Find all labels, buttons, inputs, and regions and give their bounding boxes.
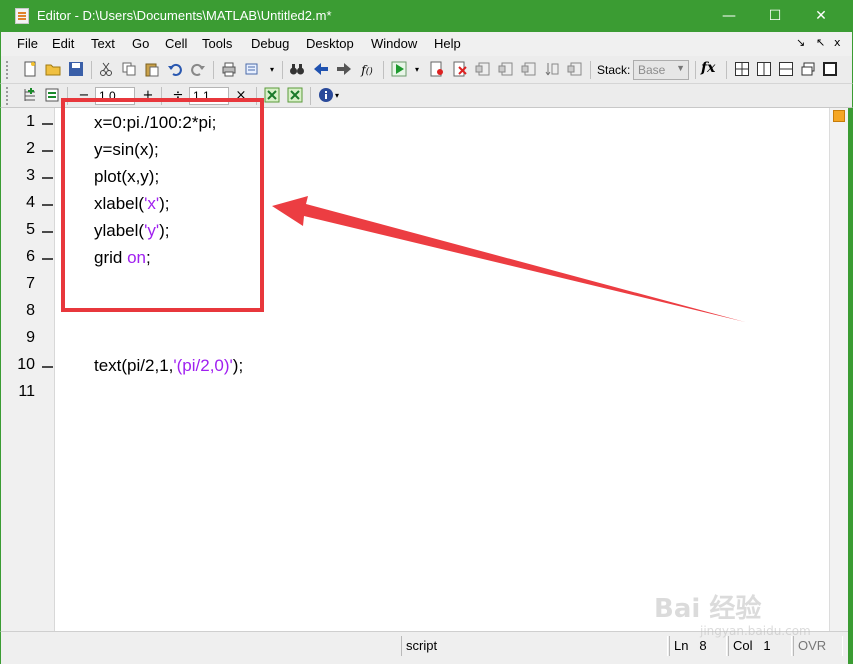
set-breakpoint-icon[interactable] [428, 61, 446, 79]
info-dropdown-icon[interactable]: ▾ [328, 87, 346, 105]
menu-debug[interactable]: Debug [251, 36, 289, 51]
title-bar: Editor - D:\Users\Documents\MATLAB\Untit… [0, 0, 853, 32]
save-icon[interactable] [67, 61, 85, 79]
code-line[interactable]: text(pi/2,1,'(pi/2,0)'); [94, 356, 243, 376]
clear-breakpoints-icon[interactable] [451, 61, 469, 79]
run-dropdown-icon[interactable]: ▾ [408, 61, 426, 79]
line-number: 7 [26, 275, 35, 292]
breakpoint-dash[interactable] [42, 177, 53, 179]
cell-mode-icon[interactable] [44, 87, 62, 105]
evaluate-cell-icon[interactable] [263, 87, 281, 105]
line-number: 9 [26, 329, 35, 346]
window-border [848, 108, 853, 664]
analyzer-status-indicator[interactable] [833, 110, 845, 122]
status-overwrite: OVR [793, 636, 843, 656]
tile-layout-icon[interactable] [735, 62, 749, 76]
breakpoint-dash[interactable] [42, 123, 53, 125]
line-number-gutter: 1 2 3 4 5 6 7 8 9 10 11 [0, 108, 55, 631]
menu-file[interactable]: File [17, 36, 38, 51]
copy-icon[interactable] [120, 61, 138, 79]
step-icon[interactable] [474, 61, 492, 79]
undock-icon[interactable]: ↖ [816, 36, 825, 49]
menu-window[interactable]: Window [371, 36, 417, 51]
print-icon[interactable] [220, 61, 238, 79]
back-arrow-icon[interactable] [312, 61, 330, 79]
line-number: 5 [26, 221, 35, 238]
float-layout-icon[interactable] [801, 62, 815, 76]
menu-tools[interactable]: Tools [202, 36, 232, 51]
menu-go[interactable]: Go [132, 36, 149, 51]
dock-icon[interactable]: ↘ [796, 36, 805, 49]
line-number: 10 [17, 356, 35, 373]
vertical-scrollbar[interactable] [829, 108, 848, 631]
stack-label: Stack: [597, 63, 631, 77]
top-bottom-layout-icon[interactable] [779, 62, 793, 76]
menu-cell[interactable]: Cell [165, 36, 187, 51]
left-right-layout-icon[interactable] [757, 62, 771, 76]
status-line: Ln 8 [669, 636, 727, 656]
status-line-value: 8 [699, 638, 707, 653]
chevron-down-icon: ▼ [676, 63, 685, 73]
line-number: 2 [26, 140, 35, 157]
string-literal: '(pi/2,0)' [173, 356, 233, 375]
cell-toolbar-grip[interactable] [6, 87, 9, 105]
forward-arrow-icon[interactable] [335, 61, 353, 79]
menu-desktop[interactable]: Desktop [306, 36, 354, 51]
breakpoint-dash[interactable] [42, 258, 53, 260]
paste-icon[interactable] [143, 61, 161, 79]
publish-icon[interactable] [244, 61, 262, 79]
exit-debug-icon[interactable] [566, 61, 584, 79]
line-number: 8 [26, 302, 35, 319]
highlight-box [61, 98, 264, 312]
step-out-icon[interactable] [520, 61, 538, 79]
line-number: 3 [26, 167, 35, 184]
find-binoculars-icon[interactable] [288, 61, 306, 79]
line-number: 4 [26, 194, 35, 211]
status-mode: script [401, 636, 668, 656]
stack-select[interactable]: Base ▼ [633, 60, 689, 80]
function-browser-icon[interactable]: f() [358, 61, 376, 79]
breakpoint-dash[interactable] [42, 150, 53, 152]
evaluate-advance-icon[interactable] [286, 87, 304, 105]
menu-text[interactable]: Text [91, 36, 115, 51]
breakpoint-dash[interactable] [42, 204, 53, 206]
stack-select-value: Base [638, 63, 666, 77]
status-line-label: Ln [674, 638, 689, 653]
menu-edit[interactable]: Edit [52, 36, 74, 51]
redo-icon[interactable] [189, 61, 207, 79]
publish-dropdown-icon[interactable]: ▾ [263, 61, 281, 79]
new-file-icon[interactable] [21, 61, 39, 79]
close-button[interactable]: ✕ [798, 0, 844, 32]
menu-bar: File Edit Text Go Cell Tools Debug Deskt… [0, 32, 853, 56]
close-editor-icon[interactable]: x [834, 36, 841, 49]
maximize-button[interactable]: ☐ [752, 0, 798, 32]
line-number: 11 [18, 383, 35, 400]
watermark-url: jingyan.baidu.com [700, 624, 811, 638]
undo-icon[interactable] [166, 61, 184, 79]
line-number: 6 [26, 248, 35, 265]
run-icon[interactable] [390, 61, 408, 79]
status-col-value: 1 [763, 638, 771, 653]
watermark-logo: Bai 经验 [654, 594, 762, 624]
code-token: ); [232, 356, 244, 375]
main-toolbar: ▾ f() ▾ Stack: Base ▼ fx [0, 56, 853, 84]
open-folder-icon[interactable] [44, 61, 62, 79]
fx-button[interactable]: fx [701, 60, 715, 76]
breakpoint-dash[interactable] [42, 366, 53, 368]
window-title: Editor - D:\Users\Documents\MATLAB\Untit… [37, 8, 332, 23]
minimize-button[interactable]: — [706, 0, 752, 32]
code-token: text(pi/2,1, [94, 356, 174, 375]
status-col-label: Col [733, 638, 753, 653]
toolbar-grip[interactable] [6, 61, 9, 79]
continue-icon[interactable] [543, 61, 561, 79]
step-in-icon[interactable] [497, 61, 515, 79]
breakpoint-dash[interactable] [42, 231, 53, 233]
menu-help[interactable]: Help [434, 36, 461, 51]
line-number: 1 [26, 113, 35, 130]
editor-app-icon [15, 8, 29, 24]
insert-cell-divider-icon[interactable] [21, 87, 39, 105]
cut-icon[interactable] [97, 61, 115, 79]
maximize-layout-icon[interactable] [823, 62, 837, 76]
status-column: Col 1 [728, 636, 792, 656]
